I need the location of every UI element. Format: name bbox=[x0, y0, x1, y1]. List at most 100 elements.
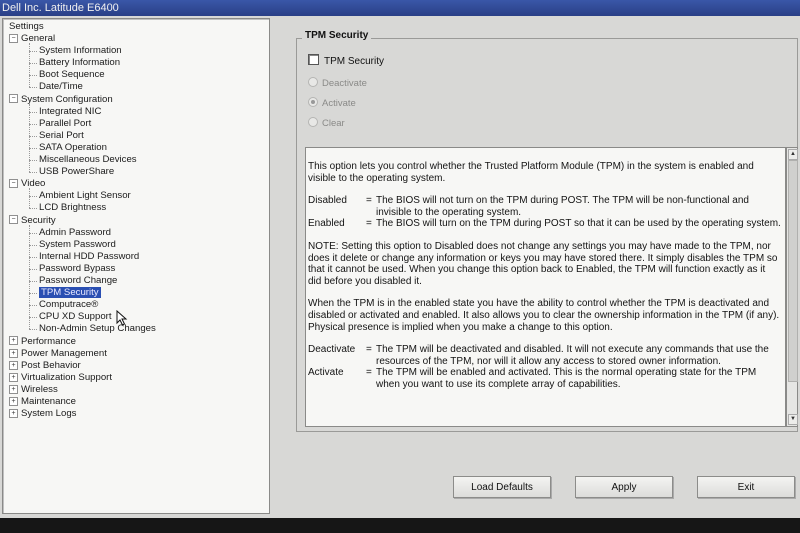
expand-icon[interactable]: + bbox=[9, 384, 18, 394]
scroll-up-icon[interactable]: ▲ bbox=[788, 149, 798, 160]
help-def-enabled: Enabled = The BIOS will turn on the TPM du… bbox=[308, 218, 781, 230]
scroll-thumb[interactable] bbox=[788, 160, 798, 382]
exit-button[interactable]: Exit bbox=[697, 476, 795, 498]
tree-item-cpu-xd-support[interactable]: CPU XD Support bbox=[39, 311, 112, 323]
tree-item-internal-hdd-password[interactable]: Internal HDD Password bbox=[39, 251, 139, 263]
tree-item-computrace-[interactable]: Computrace® bbox=[39, 299, 98, 311]
scroll-down-icon[interactable]: ▼ bbox=[788, 414, 798, 425]
tree-category-label: Virtualization Support bbox=[21, 371, 113, 383]
radio-deactivate-icon[interactable] bbox=[308, 77, 318, 87]
tree-connector bbox=[29, 103, 30, 173]
tree-connector bbox=[29, 232, 37, 234]
tree-item-usb-powershare[interactable]: USB PowerShare bbox=[39, 166, 114, 178]
apply-button[interactable]: Apply bbox=[575, 476, 673, 498]
tree-item-battery-information[interactable]: Battery Information bbox=[39, 57, 120, 69]
radio-activate[interactable]: Activate bbox=[308, 97, 356, 109]
help-scrollbar[interactable]: ▲ ▼ bbox=[786, 147, 798, 427]
tree-connector bbox=[29, 51, 37, 53]
tree-item-system-information[interactable]: System Information bbox=[39, 45, 122, 57]
radio-deactivate[interactable]: Deactivate bbox=[308, 77, 367, 89]
tree-item-label: Computrace® bbox=[39, 299, 99, 311]
expand-icon[interactable]: + bbox=[9, 348, 18, 358]
tree-category-wireless[interactable]: + Wireless bbox=[9, 384, 58, 396]
collapse-icon[interactable]: − bbox=[9, 94, 18, 104]
expand-icon[interactable]: + bbox=[9, 372, 18, 382]
tree-item-label: TPM Security bbox=[39, 287, 101, 299]
tree-connector bbox=[29, 147, 37, 149]
tpm-security-checkbox-row[interactable]: TPM Security bbox=[308, 54, 384, 67]
tree-connector bbox=[29, 75, 37, 77]
help-state: When the TPM is in the enabled state you… bbox=[308, 298, 780, 333]
tree-item-tpm-security[interactable]: TPM Security bbox=[39, 287, 101, 299]
tree-connector bbox=[29, 224, 30, 330]
tree-item-parallel-port[interactable]: Parallel Port bbox=[39, 118, 91, 130]
tree-item-label: Ambient Light Sensor bbox=[39, 190, 131, 202]
tree-category-maintenance[interactable]: + Maintenance bbox=[9, 396, 76, 408]
tree-item-system-password[interactable]: System Password bbox=[39, 239, 116, 251]
tree-item-date-time[interactable]: Date/Time bbox=[39, 81, 83, 93]
radio-clear[interactable]: Clear bbox=[308, 117, 345, 129]
tree-category-virtualization-support[interactable]: + Virtualization Support bbox=[9, 372, 112, 384]
tree-connector bbox=[29, 87, 37, 89]
tree-item-label: Battery Information bbox=[39, 57, 121, 69]
tree-category-label: System Logs bbox=[21, 408, 77, 420]
tree-item-sata-operation[interactable]: SATA Operation bbox=[39, 142, 107, 154]
tree-category-label: Wireless bbox=[21, 383, 58, 395]
tree-connector bbox=[29, 268, 37, 270]
tree-item-label: Miscellaneous Devices bbox=[39, 154, 137, 165]
tree-connector bbox=[29, 305, 37, 307]
settings-tree[interactable]: Settings − General System Information Batte… bbox=[2, 18, 270, 514]
load-defaults-button[interactable]: Load Defaults bbox=[453, 476, 551, 498]
tree-category-label: Post Behavior bbox=[21, 359, 81, 371]
tree-item-miscellaneous-devices[interactable]: Miscellaneous Devices bbox=[39, 154, 137, 166]
tree-category-system-configuration[interactable]: − System Configuration bbox=[9, 94, 113, 106]
help-def-activate: Activate = The TPM will be enabled and act… bbox=[308, 367, 781, 390]
tree-category-video[interactable]: − Video bbox=[9, 178, 45, 190]
tree-item-password-change[interactable]: Password Change bbox=[39, 275, 117, 287]
tree-item-lcd-brightness[interactable]: LCD Brightness bbox=[39, 202, 106, 214]
tree-category-label: Video bbox=[21, 178, 46, 190]
tree-item-label: Date/Time bbox=[39, 81, 83, 93]
tpm-security-checkbox[interactable] bbox=[308, 54, 319, 65]
tree-connector bbox=[29, 329, 37, 331]
tree-category-post-behavior[interactable]: + Post Behavior bbox=[9, 360, 81, 372]
tree-category-system-logs[interactable]: + System Logs bbox=[9, 408, 76, 420]
tree-connector bbox=[29, 172, 37, 174]
tpm-security-checkbox-label: TPM Security bbox=[324, 56, 385, 67]
tree-item-label: Admin Password bbox=[39, 226, 111, 238]
tree-item-label: Non-Admin Setup Changes bbox=[39, 323, 156, 335]
tree-item-ambient-light-sensor[interactable]: Ambient Light Sensor bbox=[39, 190, 131, 202]
tree-category-security[interactable]: − Security bbox=[9, 215, 56, 227]
tree-item-label: SATA Operation bbox=[39, 141, 107, 153]
tree-item-integrated-nic[interactable]: Integrated NIC bbox=[39, 106, 101, 118]
tree-item-serial-port[interactable]: Serial Port bbox=[39, 130, 84, 142]
tree-category-general[interactable]: − General bbox=[9, 33, 55, 45]
collapse-icon[interactable]: − bbox=[9, 33, 18, 43]
tree-item-boot-sequence[interactable]: Boot Sequence bbox=[39, 69, 105, 81]
tree-connector bbox=[29, 43, 30, 88]
expand-icon[interactable]: + bbox=[9, 396, 18, 406]
mouse-pointer-icon bbox=[116, 310, 128, 326]
expand-icon[interactable]: + bbox=[9, 360, 18, 370]
tree-item-label: CPU XD Support bbox=[39, 311, 112, 323]
tree-item-label: Parallel Port bbox=[39, 117, 92, 129]
tree-item-admin-password[interactable]: Admin Password bbox=[39, 227, 111, 239]
collapse-icon[interactable]: − bbox=[9, 179, 18, 189]
tree-category-performance[interactable]: + Performance bbox=[9, 336, 76, 348]
help-note: NOTE: Setting this option to Disabled do… bbox=[308, 240, 778, 287]
tree-item-label: Password Change bbox=[39, 275, 118, 286]
radio-activate-icon[interactable] bbox=[308, 97, 318, 107]
radio-clear-icon[interactable] bbox=[308, 117, 318, 127]
tree-item-label: Serial Port bbox=[39, 129, 84, 141]
tree-category-power-management[interactable]: + Power Management bbox=[9, 348, 107, 360]
tree-item-password-bypass[interactable]: Password Bypass bbox=[39, 263, 115, 275]
help-text-box[interactable]: This option lets you control whether the… bbox=[305, 147, 786, 427]
def-term: Enabled bbox=[308, 218, 345, 230]
collapse-icon[interactable]: − bbox=[9, 215, 18, 225]
radio-deactivate-label: Deactivate bbox=[322, 78, 367, 89]
tree-item-non-admin-setup-changes[interactable]: Non-Admin Setup Changes bbox=[39, 323, 156, 335]
def-term: Disabled bbox=[308, 195, 347, 207]
tree-category-label: System Configuration bbox=[21, 93, 113, 105]
expand-icon[interactable]: + bbox=[9, 336, 18, 346]
expand-icon[interactable]: + bbox=[9, 409, 18, 419]
